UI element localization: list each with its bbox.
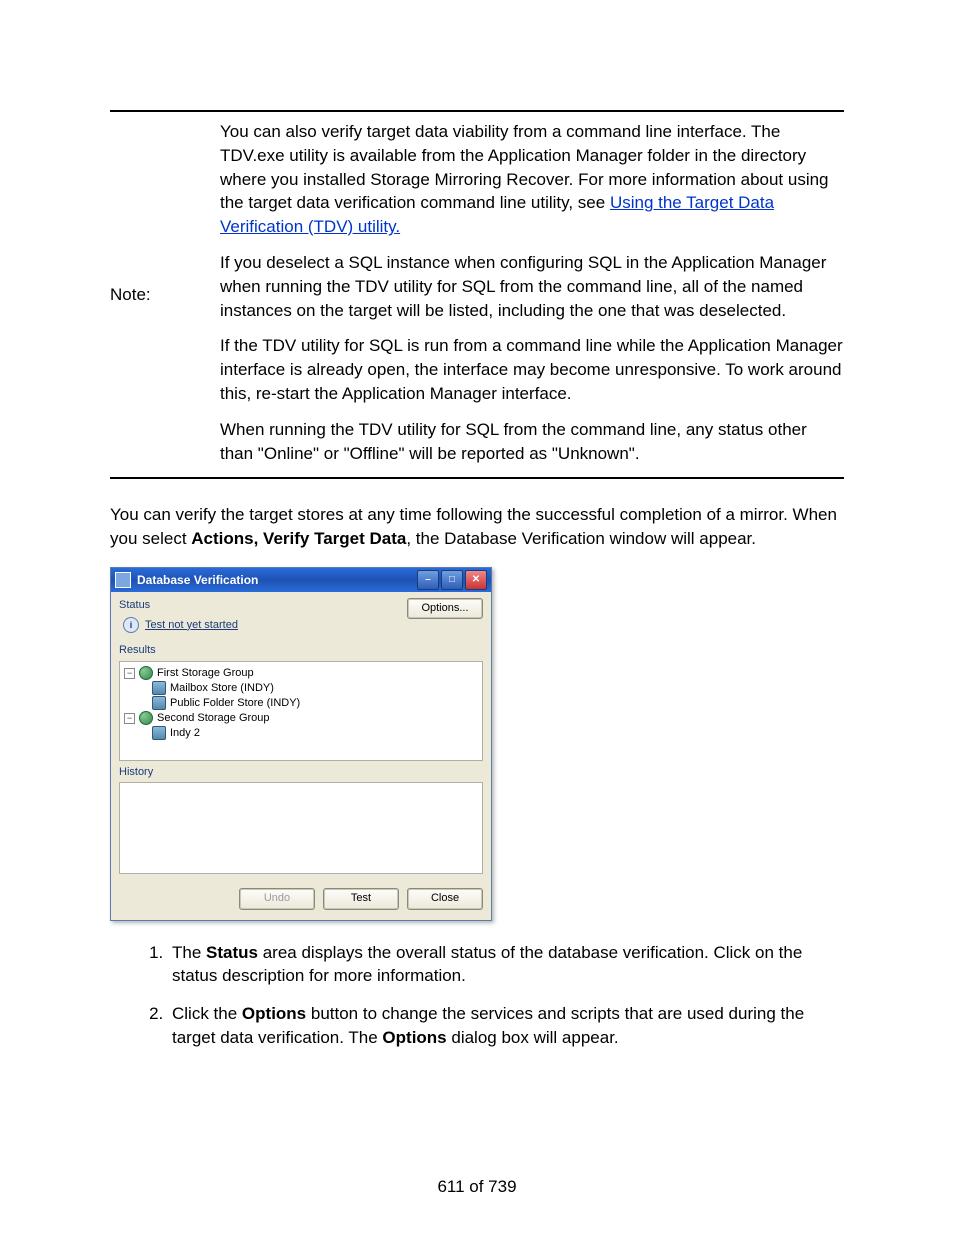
expander-icon[interactable]: −: [124, 668, 135, 679]
database-verification-dialog: Database Verification – □ ✕ Status i Tes…: [110, 567, 492, 921]
storage-group-icon: [139, 666, 153, 680]
step-2: Click the Options button to change the s…: [168, 1002, 844, 1050]
dialog-app-icon: [115, 572, 131, 588]
results-tree[interactable]: − First Storage Group Mailbox Store (IND…: [119, 661, 483, 761]
store-icon: [152, 681, 166, 695]
tree-node-store[interactable]: Mailbox Store (INDY): [152, 681, 478, 696]
tree-node-group[interactable]: − Second Storage Group: [124, 711, 478, 726]
tree-node-store[interactable]: Indy 2: [152, 726, 478, 741]
info-icon: i: [123, 617, 139, 633]
step-1: The Status area displays the overall sta…: [168, 941, 844, 989]
note-body: You can also verify target data viabilit…: [220, 112, 844, 477]
dialog-titlebar: Database Verification – □ ✕: [111, 568, 491, 592]
note-paragraph-4: When running the TDV utility for SQL fro…: [220, 418, 844, 466]
history-heading: History: [119, 765, 483, 780]
close-button[interactable]: Close: [407, 888, 483, 909]
note-paragraph-2: If you deselect a SQL instance when conf…: [220, 251, 844, 322]
page-number: 611 of 739: [0, 1175, 954, 1199]
intro-paragraph: You can verify the target stores at any …: [110, 503, 844, 551]
close-window-button[interactable]: ✕: [465, 570, 487, 590]
results-heading: Results: [119, 643, 483, 658]
minimize-button[interactable]: –: [417, 570, 439, 590]
status-link[interactable]: Test not yet started: [145, 618, 238, 633]
options-button[interactable]: Options...: [407, 598, 483, 619]
test-button[interactable]: Test: [323, 888, 399, 909]
store-icon: [152, 696, 166, 710]
undo-button[interactable]: Undo: [239, 888, 315, 909]
status-heading: Status: [119, 598, 238, 613]
note-label: Note:: [110, 283, 151, 307]
dialog-title: Database Verification: [137, 572, 417, 589]
note-box: Note: You can also verify target data vi…: [110, 110, 844, 479]
expander-icon[interactable]: −: [124, 713, 135, 724]
tree-node-group[interactable]: − First Storage Group: [124, 666, 478, 681]
steps-list: The Status area displays the overall sta…: [110, 941, 844, 1050]
note-paragraph-1: You can also verify target data viabilit…: [220, 120, 844, 239]
note-paragraph-3: If the TDV utility for SQL is run from a…: [220, 334, 844, 405]
storage-group-icon: [139, 711, 153, 725]
store-icon: [152, 726, 166, 740]
history-panel[interactable]: [119, 782, 483, 874]
maximize-button[interactable]: □: [441, 570, 463, 590]
tree-node-store[interactable]: Public Folder Store (INDY): [152, 696, 478, 711]
